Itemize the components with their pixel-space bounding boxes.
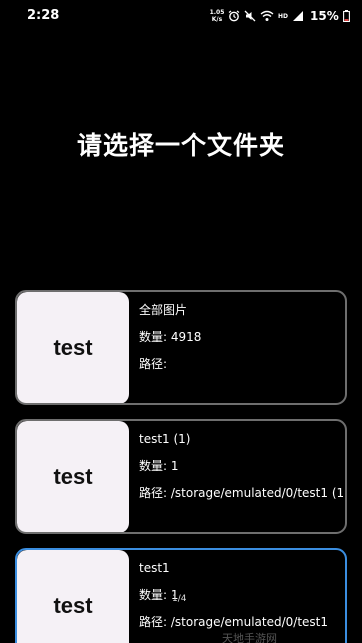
battery-icon <box>342 10 350 22</box>
folder-info: test1 数量: 1 路径: /storage/emulated/0/test… <box>139 560 339 641</box>
battery-percent: 15% <box>310 9 339 23</box>
alarm-icon <box>228 10 240 22</box>
thumbnail-text: test <box>53 335 93 360</box>
folder-path: 路径: <box>139 357 168 371</box>
wifi-icon <box>260 10 274 21</box>
page-indicator: 1/4 <box>172 594 187 604</box>
folder-card-test1-1[interactable]: test test1 (1) 数量: 1 路径: /storage/emulat… <box>15 419 347 534</box>
thumbnail-text: test <box>53 464 93 489</box>
page-title: 请选择一个文件夹 <box>76 131 285 160</box>
folder-path: 路径: /storage/emulated/0/test1 (1) <box>139 486 347 500</box>
folder-info: test1 (1) 数量: 1 路径: /storage/emulated/0/… <box>139 431 347 512</box>
screen: 2:28 1.05 K/s HD 15% 请选择一个文件夹 test 全部图片 … <box>0 0 362 643</box>
folder-count: 数量: 1 <box>139 459 179 473</box>
network-speed-value: 1.05 <box>209 9 225 16</box>
folder-thumbnail: test <box>17 292 129 403</box>
folder-count: 数量: 1 <box>139 588 179 602</box>
network-speed-unit: K/s <box>211 16 223 23</box>
status-icons: HD 15% <box>228 9 350 23</box>
hd-label: HD <box>278 12 289 20</box>
status-bar: 2:28 1.05 K/s HD 15% <box>0 0 362 32</box>
folder-name: 全部图片 <box>139 303 188 317</box>
folder-path: 路径: /storage/emulated/0/test1 <box>139 615 329 629</box>
watermark: 天地手游网 <box>222 632 277 643</box>
folder-thumbnail: test <box>17 421 129 532</box>
network-speed: 1.05 K/s <box>208 9 226 23</box>
mute-icon <box>244 10 256 22</box>
status-time: 2:28 <box>27 8 60 23</box>
folder-thumbnail: test <box>17 550 129 643</box>
folder-count: 数量: 4918 <box>139 330 202 344</box>
folder-info: 全部图片 数量: 4918 路径: <box>139 302 339 383</box>
thumbnail-text: test <box>53 593 93 618</box>
folder-card-all-images[interactable]: test 全部图片 数量: 4918 路径: <box>15 290 347 405</box>
folder-name: test1 <box>139 561 170 575</box>
signal-icon <box>293 11 304 21</box>
folder-name: test1 (1) <box>139 432 191 446</box>
